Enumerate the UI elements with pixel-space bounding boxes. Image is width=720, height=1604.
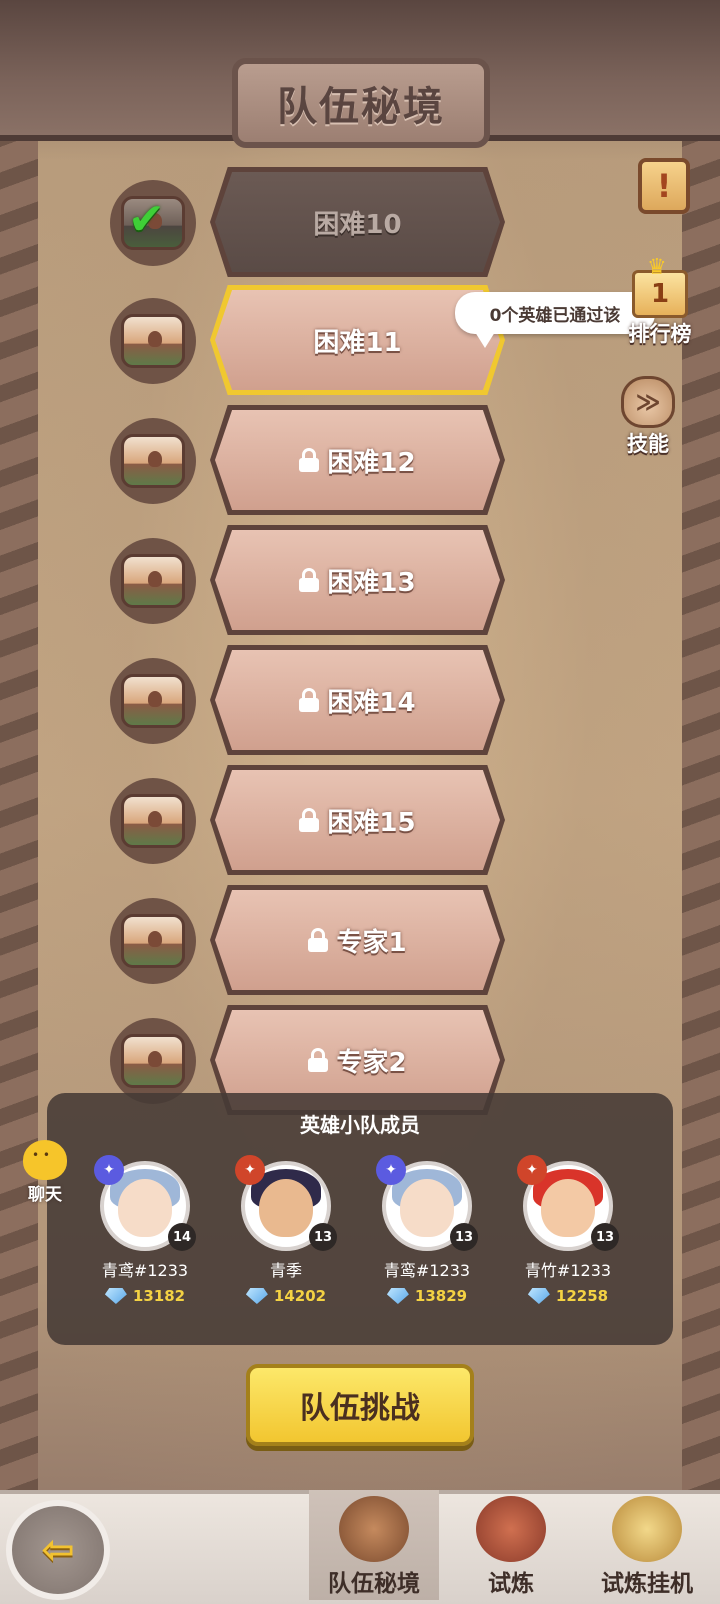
level-badge: 13	[309, 1223, 337, 1251]
stage-row: 困难15	[110, 765, 510, 875]
power-gem-icon	[104, 1288, 127, 1304]
chat-label: 聊天	[28, 1185, 62, 1205]
team-title: 英雄小队成员	[300, 1113, 420, 1137]
level-badge: 13	[450, 1223, 478, 1251]
stage-row: 困难13	[110, 525, 510, 635]
member-name: 青竹#1233	[524, 1261, 612, 1280]
stage-label: 困难10	[313, 209, 402, 240]
level-badge: 13	[591, 1223, 619, 1251]
notice-button[interactable]: !	[622, 158, 706, 214]
left-wall-decoration	[0, 130, 38, 1490]
chest-icon[interactable]	[110, 298, 196, 384]
trial-hero-icon	[476, 1496, 546, 1562]
chat-button[interactable]: 聊天	[10, 1140, 80, 1205]
stage-label: 困难11	[313, 327, 402, 358]
stage-button[interactable]: 困难10	[215, 172, 500, 272]
stage-label: 困难14	[327, 687, 416, 718]
power-gem-icon	[527, 1288, 550, 1304]
stage-label: 专家1	[336, 927, 407, 958]
class-badge-icon: ✦	[517, 1155, 547, 1185]
team-challenge-label: 队伍挑战	[300, 1391, 420, 1426]
chest-icon[interactable]	[110, 658, 196, 744]
team-member[interactable]: ✦ 13 青竹#1233 12258	[503, 1155, 633, 1305]
stage-button[interactable]: 困难14	[215, 650, 500, 750]
stage-label: 困难13	[327, 567, 416, 598]
class-badge-icon: ✦	[376, 1155, 406, 1185]
stage-label: 专家2	[336, 1047, 407, 1078]
lock-icon	[299, 448, 320, 472]
crown-icon: ♛	[647, 255, 667, 280]
class-badge-icon: ✦	[235, 1155, 265, 1185]
member-power: 13182	[80, 1287, 210, 1305]
stage-row: 困难12	[110, 405, 510, 515]
member-power: 14202	[221, 1287, 351, 1305]
chest-icon[interactable]	[110, 538, 196, 624]
member-name: 青季	[269, 1261, 302, 1280]
leaderboard-button[interactable]: ♛ 1 排行榜	[618, 255, 702, 348]
member-name: 青鸢#1233	[101, 1261, 189, 1280]
lock-icon	[308, 928, 329, 952]
team-member[interactable]: ✦ 14 青鸢#1233 13182	[80, 1155, 210, 1305]
back-arrow-icon: ⇦	[41, 1527, 75, 1573]
stage-button[interactable]: 专家1	[215, 890, 500, 990]
class-badge-icon: ✦	[94, 1155, 124, 1185]
chest-icon[interactable]: ✔	[110, 180, 196, 266]
page-title: 队伍秘境	[277, 84, 445, 130]
stage-label: 困难15	[327, 807, 416, 838]
member-power: 13829	[362, 1287, 492, 1305]
team-challenge-button[interactable]: 队伍挑战	[246, 1364, 474, 1446]
stage-row: 困难11	[110, 285, 510, 395]
chest-icon[interactable]	[110, 418, 196, 504]
stage-button[interactable]: 困难15	[215, 770, 500, 870]
chest-icon[interactable]	[110, 898, 196, 984]
stage-button[interactable]: 困难13	[215, 530, 500, 630]
chest-icon[interactable]	[110, 1018, 196, 1104]
leaderboard-label: 排行榜	[628, 322, 692, 346]
check-icon: ✔	[128, 194, 165, 245]
chest-icon[interactable]	[110, 778, 196, 864]
lock-icon	[299, 688, 320, 712]
tab-trial[interactable]: 试炼	[446, 1490, 576, 1600]
team-panel: 英雄小队成员 ✦ 14 青鸢#1233 13182 ✦ 13 青季 14202	[47, 1093, 673, 1345]
power-gem-icon	[245, 1288, 268, 1304]
trial-altar-icon	[612, 1496, 682, 1562]
member-name: 青鸾#1233	[383, 1261, 471, 1280]
trophy-icon: ♛ 1	[632, 255, 688, 318]
power-gem-icon	[386, 1288, 409, 1304]
chat-bubble-icon	[23, 1140, 67, 1180]
team-heroes-icon	[339, 1496, 409, 1562]
lock-icon	[299, 808, 320, 832]
stage-label: 困难12	[327, 447, 416, 478]
tab-trial-idle[interactable]: 试炼挂机	[582, 1490, 712, 1600]
team-member[interactable]: ✦ 13 青鸾#1233 13829	[362, 1155, 492, 1305]
team-member[interactable]: ✦ 13 青季 14202	[221, 1155, 351, 1305]
title-plate: 队伍秘境	[232, 58, 490, 148]
stage-row: ✔ 困难10	[110, 167, 510, 277]
lock-icon	[308, 1048, 329, 1072]
stage-row: 专家1	[110, 885, 510, 995]
skill-label: 技能	[627, 432, 669, 456]
level-badge: 14	[168, 1223, 196, 1251]
tab-label: 试炼	[488, 1571, 534, 1597]
skill-button[interactable]: ≫ 技能	[606, 376, 690, 458]
stage-button[interactable]: 困难12	[215, 410, 500, 510]
notice-scroll-icon: !	[638, 158, 690, 214]
lock-icon	[299, 568, 320, 592]
tab-label: 试炼挂机	[601, 1571, 693, 1597]
tooltip-text: 0个英雄已通过该	[489, 305, 621, 326]
tab-team-realm[interactable]: 队伍秘境	[309, 1490, 439, 1600]
stage-row: 困难14	[110, 645, 510, 755]
skill-bag-icon: ≫	[621, 376, 675, 428]
tab-label: 队伍秘境	[328, 1571, 420, 1597]
back-button[interactable]: ⇦	[6, 1500, 110, 1600]
member-power: 12258	[503, 1287, 633, 1305]
